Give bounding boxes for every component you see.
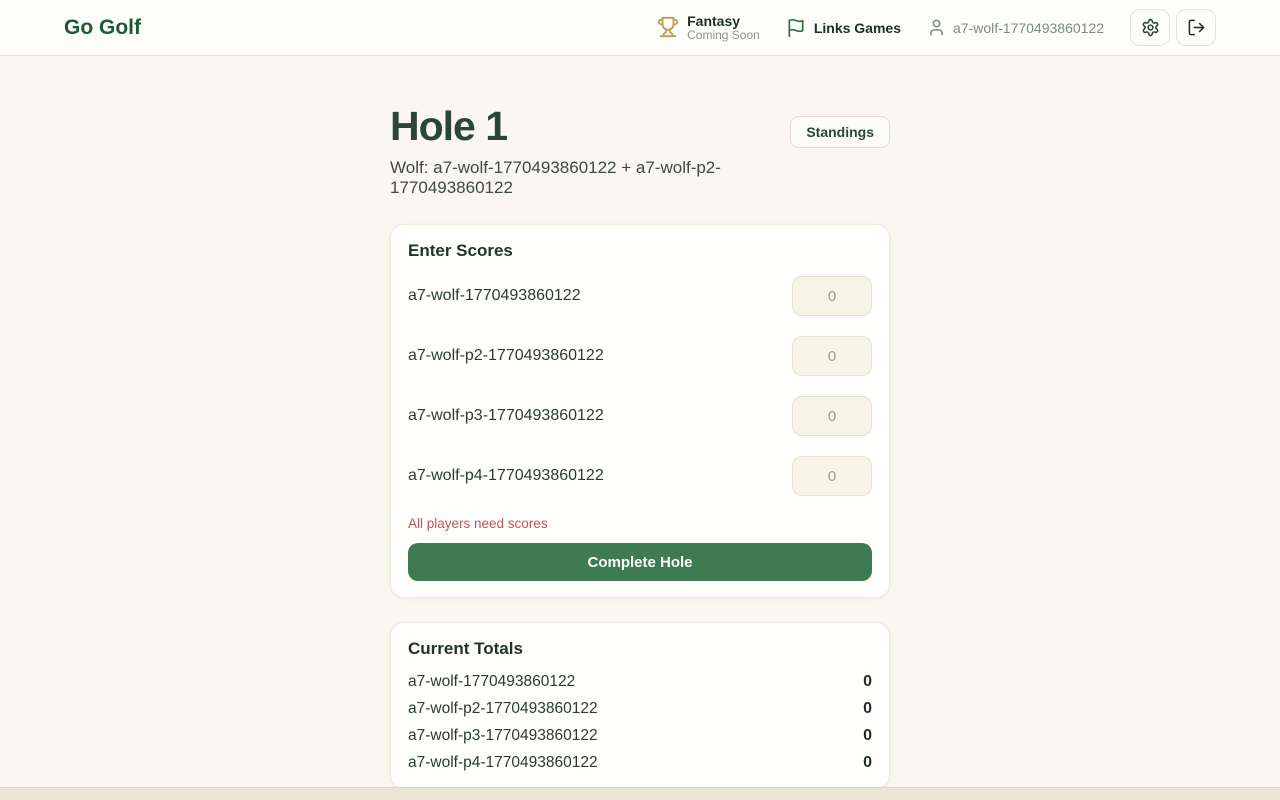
nav-fantasy[interactable]: Fantasy Coming Soon [657, 13, 760, 43]
nav-fantasy-sublabel: Coming Soon [687, 29, 760, 43]
header-nav: Fantasy Coming Soon Links Games a7-wolf-… [657, 9, 1216, 46]
enter-scores-card: Enter Scores a7-wolf-1770493860122 a7-wo… [390, 224, 890, 598]
page-title: Hole 1 [390, 104, 790, 149]
user-info: a7-wolf-1770493860122 [927, 18, 1104, 37]
user-icon [927, 18, 946, 37]
score-row: a7-wolf-p4-1770493860122 [408, 456, 872, 496]
score-rows: a7-wolf-1770493860122 a7-wolf-p2-1770493… [408, 276, 872, 496]
app-logo[interactable]: Go Golf [64, 16, 141, 40]
score-input[interactable] [792, 276, 872, 316]
total-row: a7-wolf-1770493860122 0 [408, 668, 872, 695]
total-value: 0 [863, 727, 872, 745]
total-value: 0 [863, 673, 872, 691]
main-content: Hole 1 Wolf: a7-wolf-1770493860122 + a7-… [390, 56, 890, 789]
total-rows: a7-wolf-1770493860122 0 a7-wolf-p2-17704… [408, 668, 872, 776]
logout-button[interactable] [1176, 9, 1216, 46]
page-subtitle: Wolf: a7-wolf-1770493860122 + a7-wolf-p2… [390, 158, 790, 198]
total-row: a7-wolf-p2-1770493860122 0 [408, 695, 872, 722]
complete-hole-button[interactable]: Complete Hole [408, 543, 872, 581]
nav-fantasy-label: Fantasy [687, 13, 760, 29]
gear-icon [1141, 18, 1160, 37]
total-player-name: a7-wolf-p3-1770493860122 [408, 727, 598, 745]
score-input[interactable] [792, 336, 872, 376]
standings-button[interactable]: Standings [790, 116, 890, 148]
footer-strip [0, 787, 1280, 800]
current-totals-heading: Current Totals [408, 639, 872, 659]
score-row: a7-wolf-1770493860122 [408, 276, 872, 316]
current-totals-card: Current Totals a7-wolf-1770493860122 0 a… [390, 622, 890, 789]
validation-error: All players need scores [408, 516, 872, 531]
nav-links-games-label: Links Games [814, 20, 901, 36]
player-name: a7-wolf-p4-1770493860122 [408, 467, 604, 485]
flag-icon [786, 18, 806, 38]
total-player-name: a7-wolf-p2-1770493860122 [408, 700, 598, 718]
title-row: Hole 1 Wolf: a7-wolf-1770493860122 + a7-… [390, 104, 890, 198]
total-value: 0 [863, 700, 872, 718]
total-value: 0 [863, 754, 872, 772]
nav-links-games[interactable]: Links Games [786, 18, 901, 38]
total-row: a7-wolf-p3-1770493860122 0 [408, 722, 872, 749]
total-row: a7-wolf-p4-1770493860122 0 [408, 749, 872, 776]
enter-scores-heading: Enter Scores [408, 241, 872, 261]
username: a7-wolf-1770493860122 [953, 20, 1104, 36]
player-name: a7-wolf-p3-1770493860122 [408, 407, 604, 425]
app-header: Go Golf Fantasy Coming Soon [0, 0, 1280, 56]
score-row: a7-wolf-p2-1770493860122 [408, 336, 872, 376]
total-player-name: a7-wolf-p4-1770493860122 [408, 754, 598, 772]
total-player-name: a7-wolf-1770493860122 [408, 673, 575, 691]
player-name: a7-wolf-p2-1770493860122 [408, 347, 604, 365]
trophy-icon [657, 16, 679, 38]
score-row: a7-wolf-p3-1770493860122 [408, 396, 872, 436]
player-name: a7-wolf-1770493860122 [408, 287, 581, 305]
logout-icon [1187, 18, 1206, 37]
score-input[interactable] [792, 396, 872, 436]
score-input[interactable] [792, 456, 872, 496]
settings-button[interactable] [1130, 9, 1170, 46]
